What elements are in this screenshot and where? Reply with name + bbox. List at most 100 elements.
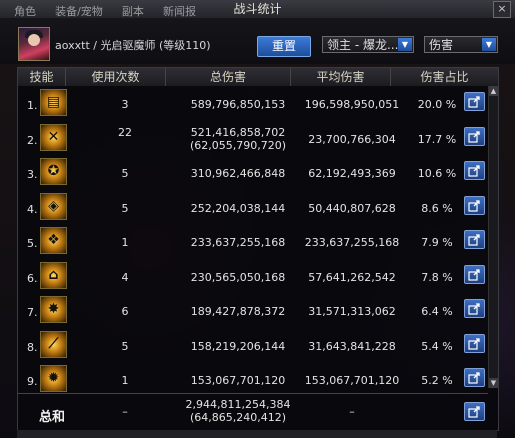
row-uses: 22 [118, 125, 132, 139]
share-icon [468, 130, 480, 143]
share-row-button[interactable] [464, 161, 485, 180]
row-total-damage: 158,219,206,144 [190, 339, 286, 353]
row-uses: 1 [121, 236, 129, 249]
row-rank: 1. [27, 99, 38, 112]
share-row-button[interactable] [464, 126, 485, 146]
skill-seal-icon[interactable]: ◈ [40, 192, 67, 220]
row-total-damage: 310,962,466,848 [190, 167, 286, 180]
row-avg-damage: 57,641,262,542 [308, 270, 396, 284]
row-uses: 3 [121, 98, 129, 111]
row-avg-damage: 196,598,950,051 [304, 98, 400, 111]
metric-select[interactable]: 伤害 ▼ [424, 36, 498, 53]
row-damage-pct: 8.6 % [421, 201, 453, 215]
row-avg-damage: 153,067,701,120 [304, 374, 400, 387]
column-header-total[interactable]: 总伤害 [166, 68, 291, 86]
skill-slash-icon[interactable]: ⟋ [40, 330, 67, 358]
scroll-down-icon[interactable]: ▼ [489, 378, 498, 388]
share-icon [468, 372, 480, 384]
row-damage-pct: 6.4 % [421, 305, 453, 318]
total-damage-sub: (64,865,240,412) [189, 411, 287, 424]
row-damage-pct: 17.7 % [417, 132, 457, 146]
table-row: 8. ⟋ 5 158,219,206,144 31,643,841,228 5.… [18, 329, 488, 364]
skill-burst-icon[interactable]: ✸ [40, 296, 67, 323]
share-row-button[interactable] [464, 230, 485, 249]
row-damage-pct: 7.8 % [421, 270, 453, 284]
boss-select[interactable]: 领主 - 爆龙... ▼ [322, 36, 414, 53]
row-damage-pct: 5.4 % [421, 339, 453, 353]
player-avatar [18, 27, 50, 61]
table-row: 1. ▤ 3 589,796,850,153 196,598,950,051 2… [18, 87, 488, 122]
total-avg: – [349, 405, 355, 418]
table-row: 6. ⌂ 4 230,565,050,168 57,641,262,542 7.… [18, 260, 488, 295]
row-total-damage: 189,427,878,372 [190, 305, 286, 318]
scroll-up-icon[interactable]: ▲ [489, 86, 498, 96]
table-row: 2. ✕ 22 521,416,858,702 (62,055,790,720)… [18, 122, 488, 157]
share-icon [468, 337, 480, 350]
column-header-avg[interactable]: 平均伤害 [291, 68, 391, 86]
skill-cross-icon[interactable]: ✕ [40, 123, 67, 151]
column-header-pct[interactable]: 伤害占比 [391, 68, 498, 86]
skill-rune-icon[interactable]: ⌂ [40, 261, 67, 289]
table-row: 7. ✸ 6 189,427,878,372 31,571,313,062 6.… [18, 294, 488, 329]
chevron-down-icon[interactable]: ▼ [482, 38, 496, 51]
row-total-damage: 230,565,050,168 [190, 270, 286, 284]
share-icon [468, 406, 480, 418]
share-icon [468, 96, 480, 108]
row-total-damage: 521,416,858,702 [190, 125, 286, 139]
row-rank: 3. [27, 168, 38, 181]
skill-stats-table: 技能 使用次数 总伤害 平均伤害 伤害占比 1. ▤ 3 589,796,850… [17, 67, 499, 431]
table-row: 5. ❖ 1 233,637,255,168 233,637,255,168 7… [18, 225, 488, 260]
row-damage-pct: 10.6 % [417, 167, 457, 180]
chevron-down-icon[interactable]: ▼ [398, 38, 412, 51]
window-title: 战斗统计 [233, 2, 282, 16]
share-total-button[interactable] [464, 402, 485, 421]
row-rank: 8. [27, 340, 38, 354]
share-row-button[interactable] [464, 195, 485, 215]
table-scrollbar[interactable]: ▲ ▼ [488, 86, 498, 388]
total-uses: – [122, 405, 128, 418]
row-total-damage-sub: (62,055,790,720) [189, 138, 287, 152]
share-icon [468, 165, 480, 177]
row-total-damage: 233,637,255,168 [190, 236, 286, 249]
row-uses: 6 [121, 305, 129, 318]
metric-select-value: 伤害 [429, 38, 454, 52]
skill-scroll-icon[interactable]: ▤ [40, 89, 67, 116]
share-row-button[interactable] [464, 368, 485, 387]
total-label: 总和 [39, 410, 66, 425]
share-row-button[interactable] [464, 92, 485, 111]
table-row: 3. ✪ 5 310,962,466,848 62,192,493,369 10… [18, 156, 488, 191]
bottom-strip [17, 430, 497, 438]
row-rank: 6. [27, 271, 38, 285]
row-damage-pct: 20.0 % [417, 98, 457, 111]
column-header-uses[interactable]: 使用次数 [66, 68, 166, 86]
share-row-button[interactable] [464, 299, 485, 318]
share-row-button[interactable] [464, 333, 485, 353]
row-rank: 4. [27, 202, 38, 216]
share-icon [468, 234, 480, 246]
row-uses: 5 [121, 339, 129, 353]
row-uses: 5 [121, 167, 129, 180]
row-total-damage: 252,204,038,144 [190, 201, 286, 215]
row-avg-damage: 233,637,255,168 [304, 236, 400, 249]
row-rank: 2. [27, 133, 38, 147]
row-uses: 4 [121, 270, 129, 284]
row-uses: 5 [121, 201, 129, 215]
row-damage-pct: 7.9 % [421, 236, 453, 249]
reset-button[interactable]: 重置 [257, 36, 311, 57]
skill-dragon-icon[interactable]: ❖ [40, 227, 67, 254]
column-header-skill[interactable]: 技能 [18, 68, 66, 86]
share-row-button[interactable] [464, 264, 485, 284]
close-button[interactable]: × [493, 1, 511, 18]
share-icon [468, 199, 480, 212]
row-avg-damage: 23,700,766,304 [308, 132, 396, 146]
row-avg-damage: 50,440,807,628 [308, 201, 396, 215]
avatar-face [28, 34, 40, 46]
row-avg-damage: 31,571,313,062 [308, 305, 396, 318]
row-avg-damage: 62,192,493,369 [308, 167, 396, 180]
skill-flame-icon[interactable]: ✹ [40, 365, 67, 392]
share-icon [468, 303, 480, 315]
share-icon [468, 268, 480, 281]
skill-pentagram-icon[interactable]: ✪ [40, 158, 67, 185]
row-rank: 9. [27, 375, 38, 388]
row-uses: 1 [121, 374, 129, 387]
